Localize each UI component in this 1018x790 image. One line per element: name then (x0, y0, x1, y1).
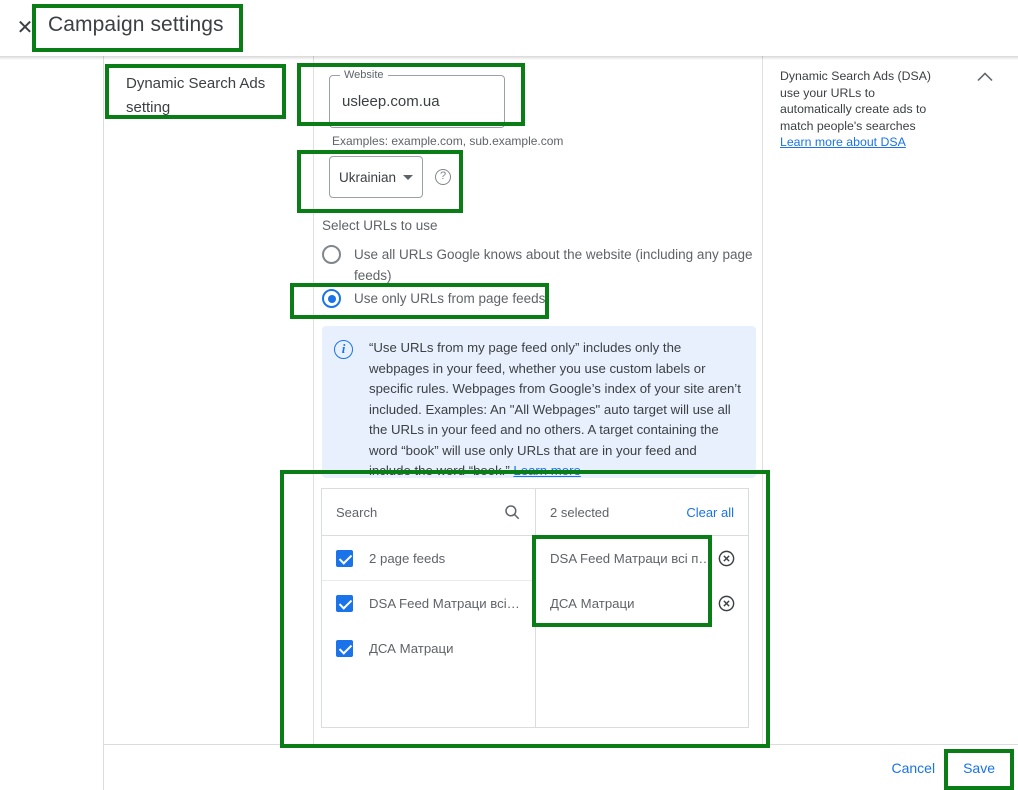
close-circle-icon[interactable] (717, 549, 736, 568)
info-learn-more-link[interactable]: Learn more (513, 463, 580, 478)
settings-form: Website usleep.com.ua Examples: example.… (314, 56, 762, 744)
selected-item-label: DSA Feed Матраци всі п… (550, 551, 712, 566)
list-item: ДСА Матраци (536, 581, 748, 626)
chevron-down-icon (403, 174, 414, 180)
close-circle-icon[interactable] (717, 594, 736, 613)
section-title: Dynamic Search Ads setting (126, 75, 266, 116)
help-panel: Dynamic Search Ads (DSA) use your URLs t… (763, 56, 1018, 744)
help-panel-body: Dynamic Search Ads (DSA) use your URLs t… (780, 69, 932, 133)
radio-circle-icon (322, 245, 341, 264)
campaign-settings-dialog: ✕ Campaign settings Dynamic Search Ads s… (0, 0, 1018, 790)
language-select[interactable]: Ukrainian (329, 156, 423, 198)
info-callout: i “Use URLs from my page feed only” incl… (322, 326, 756, 478)
selected-item-label: ДСА Матраци (550, 596, 635, 611)
website-examples-hint: Examples: example.com, sub.example.com (332, 134, 564, 148)
selected-count-label: 2 selected (550, 504, 610, 520)
checkbox-checked-icon[interactable] (336, 549, 353, 567)
settings-body: Dynamic Search Ads setting Website uslee… (104, 56, 1018, 744)
page-feeds-picker: Search 2 page feeds DSA Feed Матраци всі… (321, 488, 749, 728)
cancel-button[interactable]: Cancel (891, 760, 935, 776)
radio-use-page-feeds-label: Use only URLs from page feeds (354, 291, 546, 306)
language-row: Ukrainian ? (329, 156, 451, 198)
info-body: “Use URLs from my page feed only” includ… (369, 340, 741, 478)
close-icon[interactable]: ✕ (14, 17, 36, 39)
save-button[interactable]: Save (963, 760, 995, 776)
question-mark-icon[interactable]: ? (435, 169, 451, 185)
info-callout-text: “Use URLs from my page feed only” includ… (369, 338, 742, 478)
settings-card: Dynamic Search Ads setting Website uslee… (103, 56, 1018, 790)
select-urls-label: Select URLs to use (322, 218, 438, 233)
website-input[interactable]: Website usleep.com.ua (329, 69, 505, 128)
list-item-label: 2 page feeds (369, 550, 446, 566)
chevron-up-icon[interactable] (974, 70, 996, 84)
list-item-label: ДСА Матраци (369, 641, 454, 656)
radio-use-all-urls[interactable]: Use all URLs Google knows about the webs… (322, 244, 754, 286)
list-item: DSA Feed Матраци всі п… (536, 536, 748, 581)
help-panel-link[interactable]: Learn more about DSA (780, 135, 906, 149)
dialog-footer: Cancel Save (104, 744, 1018, 790)
search-icon[interactable] (503, 503, 521, 521)
search-input[interactable]: Search (336, 505, 503, 520)
list-item[interactable]: 2 page feeds (322, 536, 535, 581)
list-item[interactable]: ДСА Матраци (322, 626, 535, 671)
picker-search-row[interactable]: Search (322, 489, 535, 536)
help-panel-text: Dynamic Search Ads (DSA) use your URLs t… (780, 68, 945, 151)
website-label: Website (340, 69, 388, 82)
page-title: Campaign settings (48, 13, 224, 36)
website-value: usleep.com.ua (342, 93, 440, 110)
info-icon: i (334, 340, 353, 359)
dialog-header: ✕ Campaign settings (0, 0, 1018, 60)
clear-all-button[interactable]: Clear all (686, 505, 734, 520)
checkbox-checked-icon[interactable] (336, 595, 353, 612)
picker-selected-header: 2 selected Clear all (536, 489, 748, 536)
picker-available-panel: Search 2 page feeds DSA Feed Матраци всі… (322, 489, 536, 727)
list-item[interactable]: DSA Feed Матраци всі пр… (322, 581, 535, 626)
radio-use-all-urls-label: Use all URLs Google knows about the webs… (354, 247, 753, 283)
list-item-label: DSA Feed Матраци всі пр… (369, 596, 521, 611)
checkbox-checked-icon[interactable] (336, 640, 353, 657)
radio-use-page-feeds[interactable]: Use only URLs from page feeds (322, 288, 545, 309)
radio-circle-selected-icon (322, 289, 341, 308)
picker-selected-panel: 2 selected Clear all DSA Feed Матраци вс… (536, 489, 748, 727)
language-selected-value: Ukrainian (339, 169, 397, 185)
